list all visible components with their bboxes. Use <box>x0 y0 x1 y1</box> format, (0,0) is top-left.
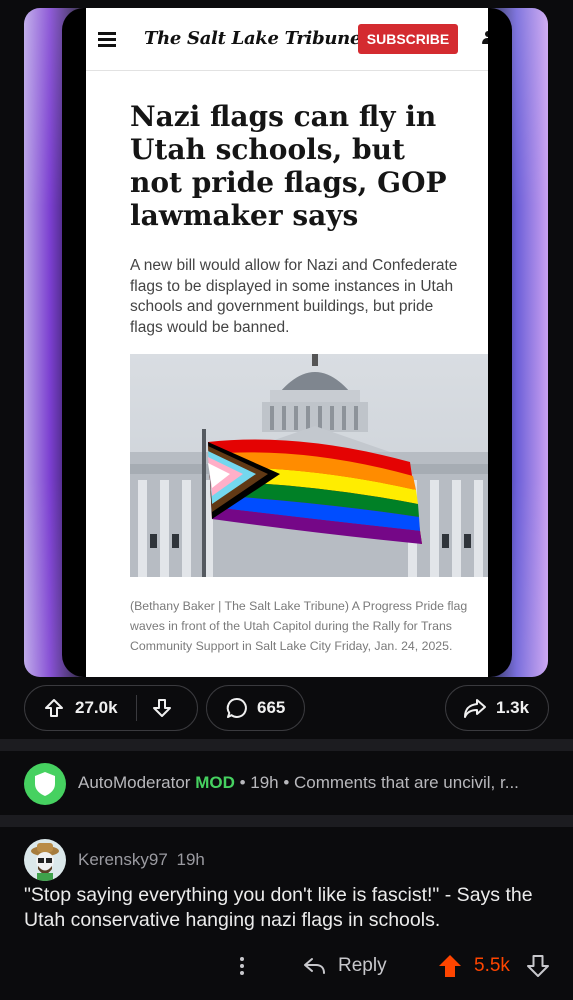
mod-badge: MOD <box>195 773 235 792</box>
upvote-filled-icon <box>439 955 461 977</box>
capitol-pride-flag-photo <box>130 354 488 577</box>
article-dek: A new bill would allow for Nazi and Conf… <box>130 257 458 336</box>
share-count: 1.3k <box>496 698 530 717</box>
more-options-button[interactable] <box>232 952 252 980</box>
shield-icon <box>35 772 55 796</box>
upvote-button[interactable] <box>43 697 65 719</box>
automod-username[interactable]: AutoModerator <box>78 773 190 792</box>
article-page: The Salt Lake Tribune SUBSCRIBE Nazi fla… <box>86 8 488 677</box>
comment-age: 19h <box>176 850 205 869</box>
hamburger-menu-icon <box>98 32 116 47</box>
comment-action-bar: Reply 5.5k <box>0 946 573 986</box>
comment-downvote-button[interactable] <box>524 952 552 980</box>
comment-count: 665 <box>257 698 286 717</box>
comments-button[interactable]: 665 <box>206 685 305 731</box>
more-vertical-icon <box>240 957 244 975</box>
post-score: 27.0k <box>75 698 118 717</box>
section-divider <box>0 815 573 827</box>
downvote-button[interactable] <box>151 697 173 719</box>
snoo-avatar-icon <box>31 843 59 881</box>
avatar[interactable] <box>24 839 66 881</box>
newspaper-header: The Salt Lake Tribune SUBSCRIBE <box>86 8 488 71</box>
comment-header: Kerensky97 19h <box>78 850 205 870</box>
share-arrow-icon <box>464 699 486 718</box>
downvote-arrow-icon <box>527 955 549 977</box>
upvote-arrow-icon <box>45 699 63 717</box>
vote-pill: 27.0k <box>24 685 198 731</box>
automod-comment-collapsed[interactable]: AutoModerator MOD • 19h • Comments that … <box>0 751 573 815</box>
comment-bubble-icon <box>226 697 247 718</box>
automod-meta: • 19h • Comments that are uncivil, r... <box>239 773 519 792</box>
reply-label: Reply <box>338 955 387 976</box>
reply-button[interactable]: Reply <box>302 952 387 980</box>
subscribe-button: SUBSCRIBE <box>358 24 458 54</box>
automod-header: AutoModerator MOD • 19h • Comments that … <box>78 773 558 793</box>
post-image[interactable]: The Salt Lake Tribune SUBSCRIBE Nazi fla… <box>24 8 548 677</box>
comment-username[interactable]: Kerensky97 <box>78 850 168 869</box>
downvote-arrow-icon <box>152 699 171 717</box>
comment-upvote-button[interactable] <box>436 952 464 980</box>
comment-score: 5.5k <box>474 955 510 976</box>
vote-divider <box>135 695 137 721</box>
reply-arrow-icon <box>304 958 325 974</box>
comment-body: "Stop saying everything you don't like i… <box>24 884 533 931</box>
section-divider <box>0 739 573 751</box>
share-button[interactable]: 1.3k <box>445 685 549 731</box>
automod-avatar <box>24 763 66 805</box>
account-icon <box>481 30 488 46</box>
photo-caption: (Bethany Baker | The Salt Lake Tribune) … <box>130 599 468 653</box>
article-headline: Nazi flags can fly in Utah schools, but … <box>130 100 447 232</box>
masthead-logo: The Salt Lake Tribune <box>144 28 362 49</box>
